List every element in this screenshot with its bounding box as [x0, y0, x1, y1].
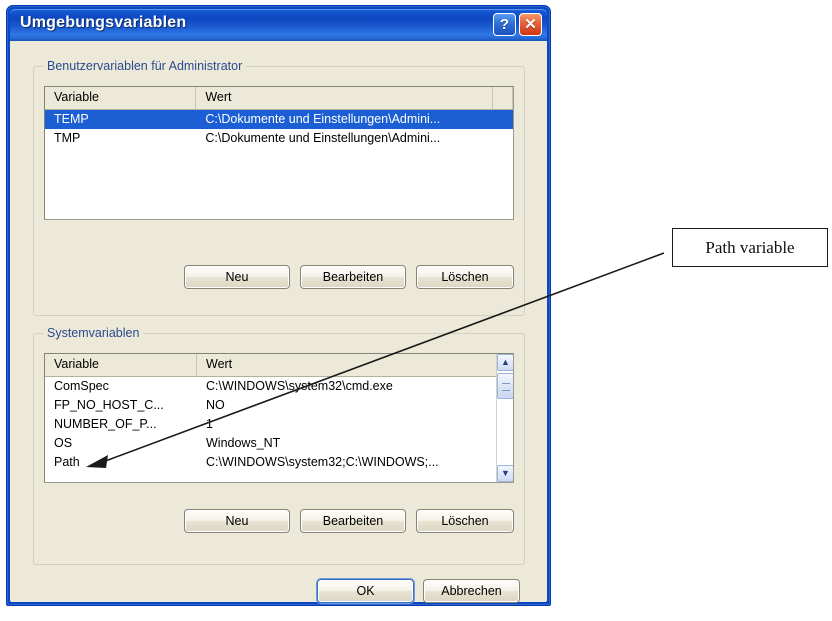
row-variable: ComSpec [54, 379, 109, 393]
system-list-scrollbar[interactable]: ▲ ▼ [496, 354, 513, 482]
cancel-button[interactable]: Abbrechen [423, 579, 520, 603]
help-icon[interactable]: ? [493, 13, 516, 36]
row-variable: Path [54, 455, 80, 469]
environment-variables-dialog: Umgebungsvariablen ? ✕ Benutzervariablen… [6, 5, 551, 606]
table-row[interactable]: TMP C:\Dokumente und Einstellungen\Admin… [45, 129, 513, 148]
row-variable: TMP [54, 131, 81, 145]
ok-button[interactable]: OK [317, 579, 414, 603]
user-variables-list-header: Variable Wert [45, 87, 513, 110]
user-variables-rows: TEMP C:\Dokumente und Einstellungen\Admi… [45, 110, 513, 148]
path-variable-callout: Path variable [672, 228, 828, 267]
scroll-up-icon[interactable]: ▲ [497, 354, 513, 371]
row-value: C:\WINDOWS\system32;C:\WINDOWS;... [206, 455, 439, 469]
user-delete-button[interactable]: Löschen [416, 265, 514, 289]
window-title: Umgebungsvariablen [20, 14, 187, 31]
table-row[interactable]: NUMBER_OF_P... 1 [45, 415, 513, 434]
user-variables-group-label: Benutzervariablen für Administrator [43, 59, 247, 73]
row-value: Windows_NT [206, 436, 281, 450]
system-col-variable[interactable]: Variable [45, 354, 197, 376]
row-variable: OS [54, 436, 73, 450]
system-variables-list[interactable]: Variable Wert ComSpec C:\WINDOWS\system3… [44, 353, 514, 483]
scrollbar-grip-icon [502, 383, 510, 391]
user-edit-button[interactable]: Bearbeiten [300, 265, 406, 289]
screenshot-root: Umgebungsvariablen ? ✕ Benutzervariablen… [0, 0, 832, 621]
user-col-filler [493, 87, 513, 109]
table-row[interactable]: FP_NO_HOST_C... NO [45, 396, 513, 415]
scroll-down-icon[interactable]: ▼ [497, 465, 513, 482]
system-col-value[interactable]: Wert [197, 354, 498, 376]
row-variable: FP_NO_HOST_C... [54, 398, 164, 412]
system-new-button[interactable]: Neu [184, 509, 290, 533]
dialog-client-area: Benutzervariablen für Administrator Vari… [10, 41, 547, 603]
row-value: C:\Dokumente und Einstellungen\Admini... [205, 112, 441, 126]
title-bar[interactable]: Umgebungsvariablen ? ✕ [10, 9, 547, 41]
row-variable: TEMP [54, 112, 89, 126]
row-variable: NUMBER_OF_P... [54, 417, 157, 431]
table-row[interactable]: Path C:\WINDOWS\system32;C:\WINDOWS;... [45, 453, 513, 472]
title-bar-buttons: ? ✕ [493, 13, 542, 36]
scrollbar-thumb[interactable] [497, 373, 513, 399]
table-row[interactable]: TEMP C:\Dokumente und Einstellungen\Admi… [45, 110, 513, 129]
user-new-button[interactable]: Neu [184, 265, 290, 289]
system-delete-button[interactable]: Löschen [416, 509, 514, 533]
row-value: NO [206, 398, 225, 412]
user-col-value[interactable]: Wert [196, 87, 494, 109]
row-value: C:\WINDOWS\system32\cmd.exe [206, 379, 393, 393]
system-variables-rows: ComSpec C:\WINDOWS\system32\cmd.exe FP_N… [45, 377, 513, 472]
system-variables-group-label: Systemvariablen [43, 326, 144, 340]
system-variables-list-header: Variable Wert [45, 354, 513, 377]
scrollbar-track[interactable] [497, 371, 513, 465]
row-value: 1 [206, 417, 213, 431]
table-row[interactable]: OS Windows_NT [45, 434, 513, 453]
close-icon[interactable]: ✕ [519, 13, 542, 36]
table-row[interactable]: ComSpec C:\WINDOWS\system32\cmd.exe [45, 377, 513, 396]
row-value: C:\Dokumente und Einstellungen\Admini... [205, 131, 441, 145]
system-edit-button[interactable]: Bearbeiten [300, 509, 406, 533]
user-variables-list[interactable]: Variable Wert TEMP C:\Dokumente und Eins… [44, 86, 514, 220]
user-col-variable[interactable]: Variable [45, 87, 197, 109]
